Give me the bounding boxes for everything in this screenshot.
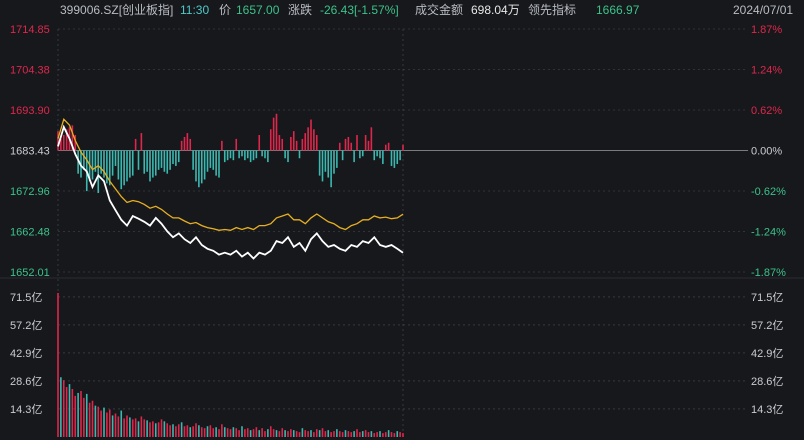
percent-tick-label: -1.24%: [751, 227, 786, 239]
volume-tick-label-right: 14.3亿: [751, 403, 783, 416]
volume-tick-label-right: 28.6亿: [751, 375, 783, 388]
percent-tick-label: 1.87%: [751, 24, 782, 36]
volume-tick-label: 71.5亿: [10, 291, 42, 304]
percent-tick-label: -1.87%: [751, 267, 786, 279]
price-tick-label: 1652.01: [10, 267, 50, 279]
volume-tick-label: 28.6亿: [10, 375, 42, 388]
percent-tick-label: 0.00%: [751, 146, 782, 158]
volume-tick-label: 57.2亿: [10, 319, 42, 332]
price-tick-label: 1672.96: [10, 186, 50, 198]
price-tick-label: 1662.48: [10, 227, 50, 239]
volume-tick-label-right: 42.9亿: [751, 347, 783, 360]
volume-tick-label-right: 71.5亿: [751, 291, 783, 304]
price-tick-label: 1683.43: [10, 146, 50, 158]
volume-tick-label: 42.9亿: [10, 347, 42, 360]
price-tick-label: 1704.38: [10, 65, 50, 77]
percent-tick-label: -0.62%: [751, 186, 786, 198]
price-tick-label: 1693.90: [10, 105, 50, 117]
price-tick-label: 1714.85: [10, 24, 50, 36]
price-lines: [57, 118, 404, 260]
volume-tick-label-right: 57.2亿: [751, 319, 783, 332]
intraday-chart[interactable]: 1714.85 1.87% 1704.38 1.24% 1693.90 0.62% 1683…: [0, 0, 804, 440]
axis-labels: 1714.85 1.87% 1704.38 1.24% 1693.90 0.62% 1683…: [10, 24, 786, 416]
chart-grid: [0, 28, 804, 437]
volume-tick-label: 14.3亿: [10, 403, 42, 416]
percent-tick-label: 0.62%: [751, 105, 782, 117]
volume-bars: [57, 292, 404, 437]
percent-tick-label: 1.24%: [751, 65, 782, 77]
